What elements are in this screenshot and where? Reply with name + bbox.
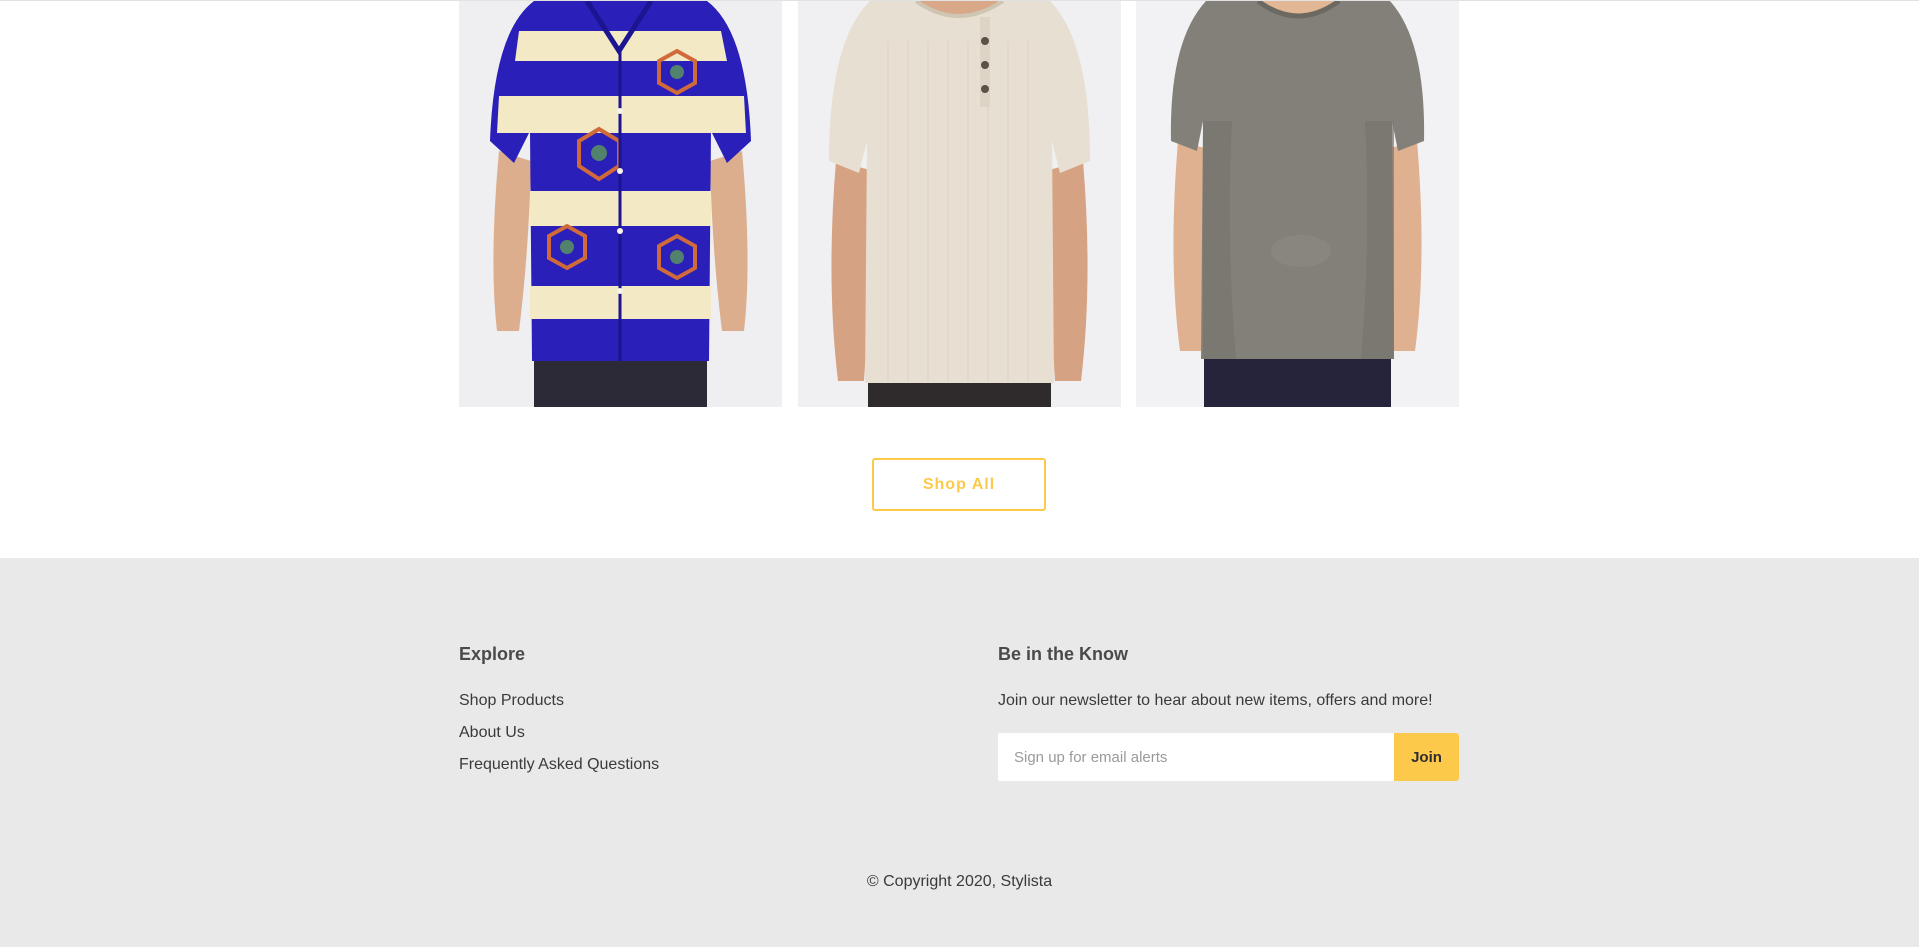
- footer-link-faq[interactable]: Frequently Asked Questions: [459, 755, 659, 787]
- product-image[interactable]: [1136, 1, 1459, 407]
- newsletter-email-input[interactable]: [998, 733, 1394, 781]
- newsletter-form: Join: [998, 733, 1459, 781]
- newsletter-description: Join our newsletter to hear about new it…: [998, 692, 1433, 709]
- footer-link-about-us[interactable]: About Us: [459, 723, 659, 755]
- explore-heading: Explore: [459, 644, 526, 664]
- footer-newsletter-column: Be in the Know Join our newsletter to he…: [998, 644, 1459, 781]
- explore-links: Shop Products About Us Frequently Asked …: [459, 691, 659, 787]
- product-card[interactable]: [459, 1, 782, 407]
- product-card[interactable]: [1136, 1, 1459, 407]
- product-card[interactable]: [798, 1, 1121, 407]
- product-grid: [459, 1, 1459, 407]
- product-image[interactable]: [798, 1, 1121, 407]
- footer-explore-column: Explore Shop Products About Us Frequentl…: [459, 644, 659, 787]
- product-image[interactable]: [459, 1, 782, 407]
- featured-products-section: Shop All: [0, 0, 1919, 558]
- footer-link-shop-products[interactable]: Shop Products: [459, 691, 659, 723]
- shop-all-button[interactable]: Shop All: [872, 458, 1046, 511]
- copyright-text: © Copyright 2020, Stylista: [866, 873, 1053, 890]
- newsletter-heading: Be in the Know: [998, 644, 1128, 664]
- site-footer: Explore Shop Products About Us Frequentl…: [0, 558, 1919, 947]
- join-button[interactable]: Join: [1394, 733, 1459, 781]
